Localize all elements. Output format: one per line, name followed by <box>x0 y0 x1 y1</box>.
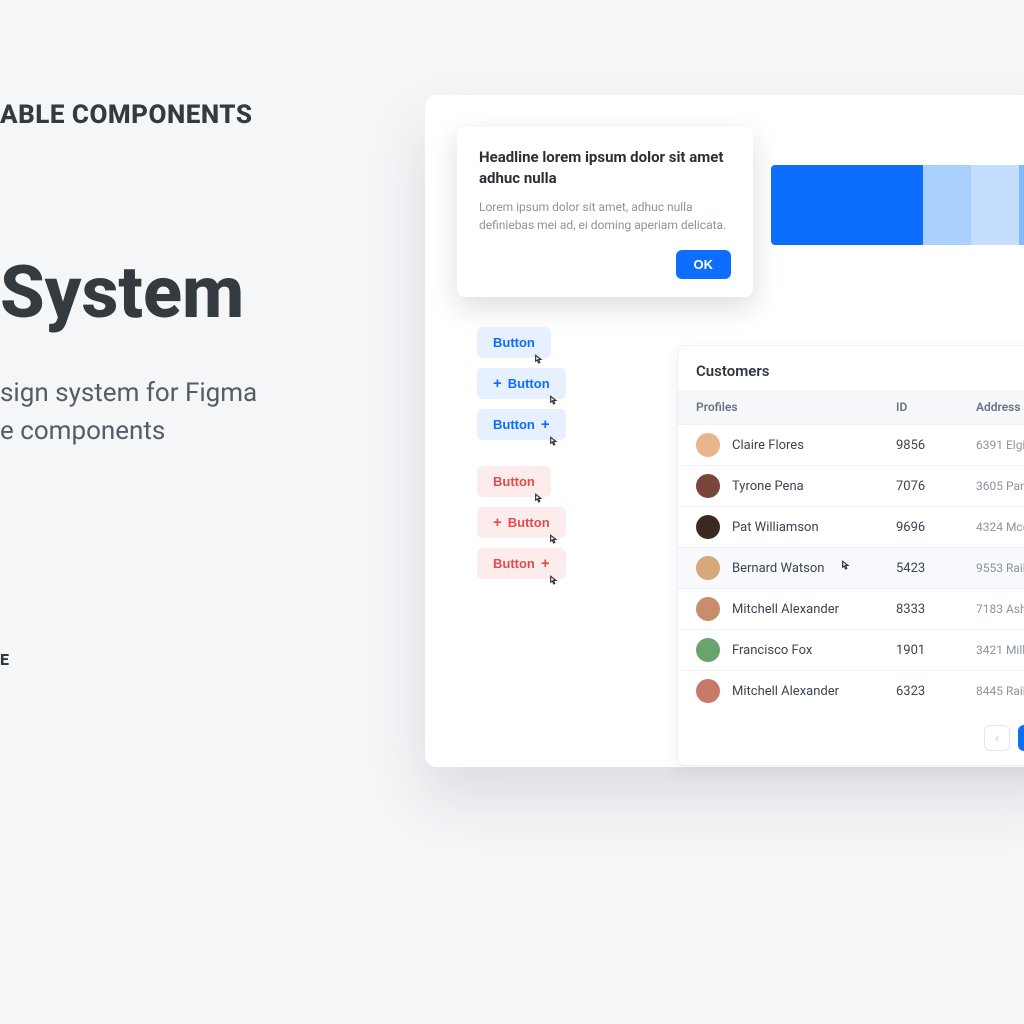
hero-sub-line2: e components <box>0 413 400 451</box>
table-row[interactable]: Claire Flores 98566391 Elgin St <box>678 424 1024 465</box>
swatch-primary <box>771 165 923 245</box>
soft-blue-plus-right-button[interactable]: Button + <box>477 409 566 440</box>
table-row[interactable]: Bernard Watson 54239553 Railroa <box>678 547 1024 588</box>
address-cell: 9553 Railroa <box>976 561 1024 575</box>
address-cell: 3421 Miller A <box>976 643 1024 657</box>
page-1-button[interactable]: 1 <box>1018 725 1024 751</box>
profile-cell: Mitchell Alexander <box>696 597 896 621</box>
plus-icon: + <box>541 417 550 432</box>
swatch-mid <box>1019 165 1024 245</box>
col-address: Address <box>976 400 1024 414</box>
button-label: Button <box>493 556 535 571</box>
id-cell: 6323 <box>896 684 976 699</box>
modal-body: Lorem ipsum dolor sit amet, adhuc nulla … <box>479 198 731 234</box>
table-row[interactable]: Tyrone Pena 70763605 Parker <box>678 465 1024 506</box>
table-title: Customers <box>678 346 1024 390</box>
profile-cell: Bernard Watson <box>696 556 896 580</box>
hero-subtitle: sign system for Figma e components <box>0 375 400 450</box>
pointer-cursor-icon <box>546 574 560 588</box>
profile-cell: Francisco Fox <box>696 638 896 662</box>
soft-red-button[interactable]: Button <box>477 466 551 497</box>
button-label: Button <box>508 376 550 391</box>
cta-fragment: E <box>0 650 400 669</box>
swatch-light2 <box>971 165 1019 245</box>
avatar <box>696 515 720 539</box>
soft-blue-plus-left-button[interactable]: + Button <box>477 368 566 399</box>
color-swatches <box>771 165 1024 245</box>
hero-title: System <box>0 250 400 335</box>
id-cell: 8333 <box>896 602 976 617</box>
profile-name: Claire Flores <box>732 438 804 453</box>
profile-name: Mitchell Alexander <box>732 684 839 699</box>
pointer-cursor-icon <box>546 435 560 449</box>
col-profiles: Profiles <box>696 400 896 414</box>
profile-cell: Claire Flores <box>696 433 896 457</box>
table-body: Claire Flores 98566391 Elgin St Tyrone Pen… <box>678 424 1024 711</box>
chevron-left-icon: ‹ <box>995 731 999 745</box>
profile-name: Pat Williamson <box>732 520 819 535</box>
plus-icon: + <box>541 556 550 571</box>
hero-sub-line1: sign system for Figma <box>0 375 400 413</box>
modal-headline: Headline lorem ipsum dolor sit amet adhu… <box>479 147 731 188</box>
pointer-cursor-icon <box>531 492 545 506</box>
profile-cell: Pat Williamson <box>696 515 896 539</box>
button-label: Button <box>508 515 550 530</box>
profile-name: Tyrone Pena <box>732 479 804 494</box>
swatch-light1 <box>923 165 971 245</box>
address-cell: 6391 Elgin St <box>976 438 1024 452</box>
id-cell: 9856 <box>896 438 976 453</box>
pointer-cursor-icon <box>838 559 852 577</box>
profile-cell: Mitchell Alexander <box>696 679 896 703</box>
avatar <box>696 474 720 498</box>
id-cell: 5423 <box>896 561 976 576</box>
avatar <box>696 556 720 580</box>
address-cell: 3605 Parker <box>976 479 1024 493</box>
button-label: Button <box>493 417 535 432</box>
plus-icon: + <box>493 376 502 391</box>
customers-table: Customers Profiles ID Address Claire Flo… <box>677 345 1024 766</box>
id-cell: 9696 <box>896 520 976 535</box>
button-label: Button <box>493 474 535 489</box>
profile-name: Bernard Watson <box>732 561 824 576</box>
address-cell: 4324 Mcclel <box>976 520 1024 534</box>
avatar <box>696 433 720 457</box>
pagination: ‹ 1 2 <box>678 711 1024 765</box>
button-samples: Button + Button Button + Button + Button… <box>477 327 566 579</box>
table-row[interactable]: Pat Williamson 96964324 Mcclel <box>678 506 1024 547</box>
button-label: Button <box>493 335 535 350</box>
address-cell: 8445 Railroa <box>976 684 1024 698</box>
alert-modal: Headline lorem ipsum dolor sit amet adhu… <box>457 127 753 297</box>
table-row[interactable]: Mitchell Alexander 83337183 Ash Dr, <box>678 588 1024 629</box>
table-header: Profiles ID Address <box>678 390 1024 424</box>
table-row[interactable]: Mitchell Alexander 63238445 Railroa <box>678 670 1024 711</box>
id-cell: 7076 <box>896 479 976 494</box>
pointer-cursor-icon <box>546 394 560 408</box>
soft-red-plus-right-button[interactable]: Button + <box>477 548 566 579</box>
table-row[interactable]: Francisco Fox 19013421 Miller A <box>678 629 1024 670</box>
id-cell: 1901 <box>896 643 976 658</box>
ok-button[interactable]: OK <box>676 250 732 279</box>
avatar <box>696 679 720 703</box>
pointer-cursor-icon <box>531 353 545 367</box>
pointer-cursor-icon <box>546 533 560 547</box>
address-cell: 7183 Ash Dr, <box>976 602 1024 616</box>
preview-panel: Headline lorem ipsum dolor sit amet adhu… <box>425 95 1024 767</box>
plus-icon: + <box>493 515 502 530</box>
hero: ABLE COMPONENTS System sign system for F… <box>0 100 400 669</box>
avatar <box>696 638 720 662</box>
stat-label: ABLE COMPONENTS <box>0 100 400 130</box>
profile-name: Francisco Fox <box>732 643 812 658</box>
page-prev-button[interactable]: ‹ <box>984 725 1010 751</box>
profile-name: Mitchell Alexander <box>732 602 839 617</box>
avatar <box>696 597 720 621</box>
soft-blue-button[interactable]: Button <box>477 327 551 358</box>
profile-cell: Tyrone Pena <box>696 474 896 498</box>
col-id: ID <box>896 400 976 414</box>
soft-red-plus-left-button[interactable]: + Button <box>477 507 566 538</box>
